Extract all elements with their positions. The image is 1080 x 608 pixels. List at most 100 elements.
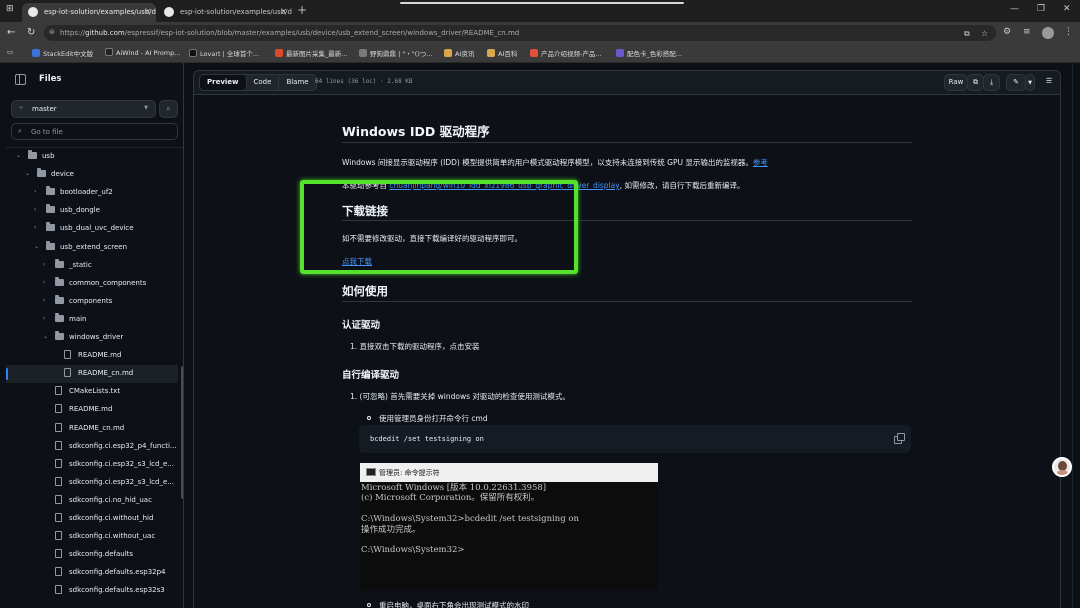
edit-dropdown[interactable]: ▼ (1025, 74, 1035, 91)
tree-file[interactable]: sdkconfig.defaults.esp32s3 (6, 582, 178, 600)
outline-button[interactable]: ☰ (1041, 74, 1057, 91)
tree-folder[interactable]: ⌄ device (6, 166, 178, 184)
tree-folder[interactable]: › usb_dual_uvc_device (6, 220, 178, 238)
chevron-down-icon[interactable]: ⌄ (25, 170, 30, 177)
page-scrollbar[interactable] (1072, 63, 1080, 608)
bookmark-item[interactable]: 野狗鼎鼎 | "・"()つ... (359, 48, 433, 58)
site-info-icon[interactable]: ⊜ (49, 28, 55, 36)
new-tab-icon[interactable]: + (297, 3, 307, 17)
close-tab-icon[interactable]: ✕ (280, 7, 287, 16)
bookmark-item[interactable]: 配色卡_色彩搭配... (616, 48, 682, 58)
tree-file[interactable]: sdkconfig.ci.without_uac (6, 528, 178, 546)
branch-name: master (32, 105, 57, 113)
chevron-right-icon[interactable]: › (43, 261, 45, 268)
tree-item-label: common_components (69, 278, 147, 287)
search-button[interactable]: ⌕ (159, 100, 178, 118)
bookmark-item[interactable]: StackEdit中文版 (32, 48, 93, 58)
bookmarks-bar: ▭ StackEdit中文版 AiWind - AI Promp... Lova… (0, 44, 1080, 63)
close-window-icon[interactable]: ✕ (1063, 4, 1071, 14)
apps-icon[interactable]: ▭ (7, 48, 13, 56)
url-field[interactable]: ⊜ https://github.com/espressif/esp-iot-s… (44, 25, 996, 41)
reading-list-icon[interactable]: ≡ (1023, 27, 1031, 37)
maximize-icon[interactable]: ❐ (1037, 4, 1045, 14)
bookmark-folder[interactable]: AI资讯 (444, 48, 474, 58)
tree-folder[interactable]: ⌄ usb_extend_screen (6, 239, 178, 257)
raw-button[interactable]: Raw (944, 74, 968, 91)
tree-file[interactable]: sdkconfig.defaults.esp32p4 (6, 564, 178, 582)
bookmark-item[interactable]: Lovart | 全球首个... (189, 48, 259, 58)
tree-file[interactable]: sdkconfig.defaults (6, 546, 178, 564)
extensions-icon[interactable]: ⚙ (1003, 27, 1011, 37)
chevron-right-icon[interactable]: › (34, 206, 36, 213)
browser-tab-1[interactable]: esp-iot-solution/examples/usb/dev ✕ (22, 3, 156, 22)
tab-code[interactable]: Code (247, 75, 280, 90)
install-app-icon[interactable]: ⧉ (964, 29, 970, 39)
bookmark-item[interactable]: AiWind - AI Promp... (105, 48, 180, 57)
repo-link[interactable]: chuanjinpang/win10_idd_xfz1986_usb_graph… (389, 181, 619, 190)
browser-tab-2[interactable]: esp-iot-solution/examples/usb/dev ✕ (158, 3, 292, 22)
tree-file[interactable]: sdkconfig.ci.esp32_s3_lcd_e... (6, 456, 178, 474)
bookmark-folder[interactable]: AI百科 (487, 48, 517, 58)
go-to-file-input[interactable]: ⌕ Go to file (11, 123, 178, 140)
chevron-down-icon[interactable]: ⌄ (43, 333, 48, 340)
download-link[interactable]: 点我下载 (342, 257, 372, 266)
tree-folder[interactable]: ⌄ windows_driver (6, 329, 178, 347)
chevron-right-icon[interactable]: › (43, 297, 45, 304)
tree-folder[interactable]: › common_components (6, 275, 178, 293)
tree-file[interactable]: sdkconfig.ci.esp32_p4_functi... (6, 438, 178, 456)
tree-folder[interactable]: ⌄ usb (6, 148, 178, 166)
minimize-icon[interactable]: — (1010, 4, 1019, 14)
tree-folder[interactable]: › main (6, 311, 178, 329)
tree-item-label: sdkconfig.defaults.esp32s3 (69, 586, 165, 595)
tree-item-label: components (69, 296, 113, 305)
folder-icon (55, 258, 64, 268)
cmd-titlebar: 管理员: 命令提示符 (360, 463, 658, 482)
tab-preview[interactable]: Preview (200, 75, 247, 90)
close-tab-icon[interactable]: ✕ (144, 7, 151, 16)
bookmark-star-icon[interactable]: ☆ (981, 29, 988, 38)
bookmark-item[interactable]: 最新图片采集_最新... (275, 48, 347, 58)
chevron-right-icon[interactable]: › (34, 188, 36, 195)
tree-file[interactable]: README.md (6, 401, 178, 419)
search-icon: ⌕ (166, 104, 171, 113)
bookmark-favicon (616, 49, 624, 57)
list-number: 1. (350, 342, 360, 351)
tree-file[interactable]: README_cn.md (6, 365, 178, 384)
tree-file[interactable]: sdkconfig.ci.esp32_s3_lcd_e... (6, 474, 178, 492)
download-button[interactable]: ⤓ (983, 74, 1000, 91)
tree-item-label: sdkconfig.ci.without_hid (69, 514, 154, 522)
tab-blame[interactable]: Blame (279, 75, 315, 90)
folder-icon (55, 331, 64, 340)
folder-icon (487, 49, 495, 57)
copy-icon[interactable] (894, 433, 905, 444)
tree-folder[interactable]: › usb_dongle (6, 202, 178, 220)
floating-avatar[interactable] (1052, 457, 1072, 477)
build-step-text: (可忽略) 首先需要关掉 windows 对驱动的检查使用测试模式。 (359, 392, 570, 401)
tree-folder[interactable]: › components (6, 293, 178, 311)
file-icon (55, 458, 62, 468)
browser-menu-icon[interactable]: ⋮ (1064, 27, 1073, 37)
tree-file[interactable]: sdkconfig.ci.no_hid_uac (6, 492, 178, 510)
branch-selector[interactable]: ⑂ master ▼ (11, 100, 156, 118)
copy-raw-button[interactable]: ⧉ (967, 74, 984, 91)
tree-folder[interactable]: › _static (6, 257, 178, 275)
bookmark-item[interactable]: 产品介绍视频-产品... (530, 48, 602, 58)
chevron-right-icon[interactable]: › (43, 279, 45, 286)
tree-file[interactable]: README.md (6, 347, 178, 365)
tree-folder[interactable]: › bootloader_uf2 (6, 184, 178, 202)
tree-file[interactable]: sdkconfig.ci.without_hid (6, 510, 178, 528)
bookmark-favicon (32, 49, 40, 57)
chevron-down-icon[interactable]: ⌄ (34, 243, 39, 250)
reload-icon[interactable]: ↻ (27, 27, 35, 38)
tree-file[interactable]: CMakeLists.txt (6, 383, 178, 401)
edit-button[interactable]: ✎ (1006, 74, 1026, 91)
reference-link[interactable]: 参考 (753, 158, 768, 167)
chevron-down-icon[interactable]: ⌄ (16, 152, 21, 159)
collapse-sidebar-icon[interactable] (15, 74, 26, 85)
profile-avatar[interactable] (1042, 27, 1054, 39)
chevron-right-icon[interactable]: › (43, 315, 45, 322)
chevron-right-icon[interactable]: › (34, 224, 36, 231)
tab-menu-icon[interactable]: ⊞ (6, 4, 14, 14)
tree-file[interactable]: README_cn.md (6, 420, 178, 438)
back-icon[interactable]: ← (7, 27, 15, 38)
